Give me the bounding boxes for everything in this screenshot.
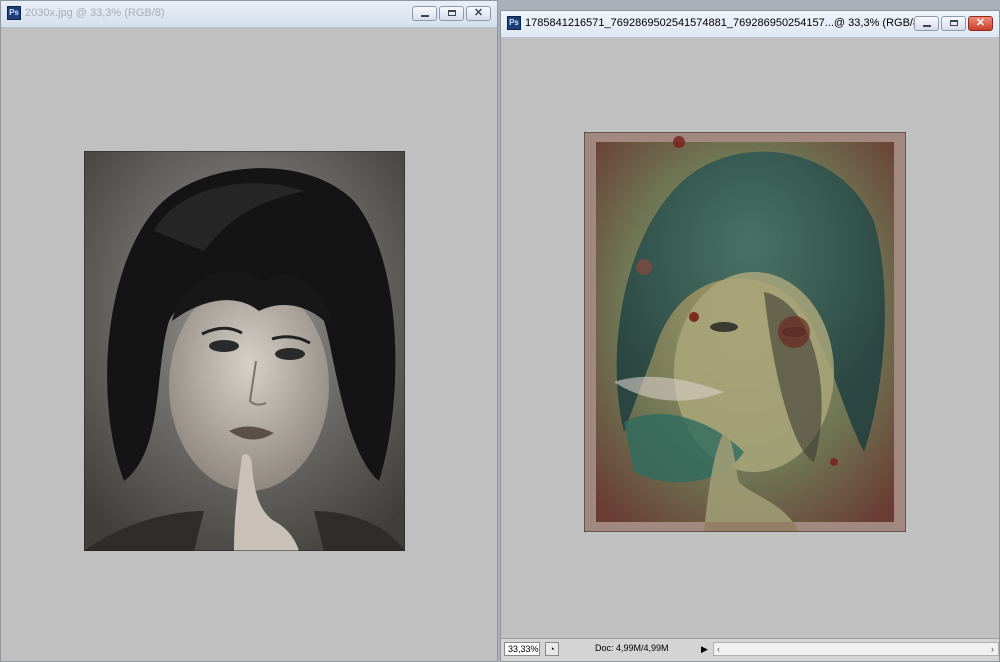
- maximize-icon: [950, 20, 958, 26]
- horizontal-scrollbar[interactable]: ‹ ›: [713, 642, 999, 656]
- minimize-icon: [923, 25, 931, 27]
- document-window-left[interactable]: Ps 2030x.jpg @ 33,3% (RGB/8) ✕: [0, 0, 498, 662]
- document-image-bw-portrait[interactable]: [84, 151, 405, 551]
- window-title: 2030x.jpg @ 33,3% (RGB/8): [25, 7, 165, 19]
- zoom-level-field[interactable]: 33,33%: [504, 642, 540, 656]
- document-image-aged-portrait[interactable]: [584, 132, 906, 532]
- close-button[interactable]: ✕: [968, 16, 993, 31]
- status-menu-arrow-icon[interactable]: ▶: [701, 642, 711, 656]
- title-bar[interactable]: Ps 2030x.jpg @ 33,3% (RGB/8) ✕: [1, 1, 497, 28]
- window-title: 1785841216571_7692869502541574881_769286…: [525, 17, 923, 29]
- photoshop-doc-icon: Ps: [7, 6, 21, 20]
- scroll-right-icon[interactable]: ›: [991, 643, 994, 655]
- close-icon: ✕: [473, 7, 484, 19]
- document-window-right[interactable]: Ps 1785841216571_7692869502541574881_769…: [500, 10, 1000, 662]
- minimize-icon: [421, 15, 429, 17]
- doc-size-info: Doc: 4,99M/4,99M: [595, 643, 669, 653]
- minimize-button[interactable]: [914, 16, 939, 31]
- close-button[interactable]: ✕: [466, 6, 491, 21]
- status-bar: 33,33% ◔ Doc: 4,99M/4,99M ▶ ‹ ›: [501, 638, 999, 661]
- navigator-icon[interactable]: ◔: [545, 642, 559, 656]
- close-icon: ✕: [975, 17, 986, 29]
- maximize-button[interactable]: [439, 6, 464, 21]
- photoshop-doc-icon: Ps: [507, 16, 521, 30]
- minimize-button[interactable]: [412, 6, 437, 21]
- maximize-button[interactable]: [941, 16, 966, 31]
- title-bar[interactable]: Ps 1785841216571_7692869502541574881_769…: [501, 11, 999, 38]
- scroll-left-icon[interactable]: ‹: [717, 643, 720, 655]
- maximize-icon: [448, 10, 456, 16]
